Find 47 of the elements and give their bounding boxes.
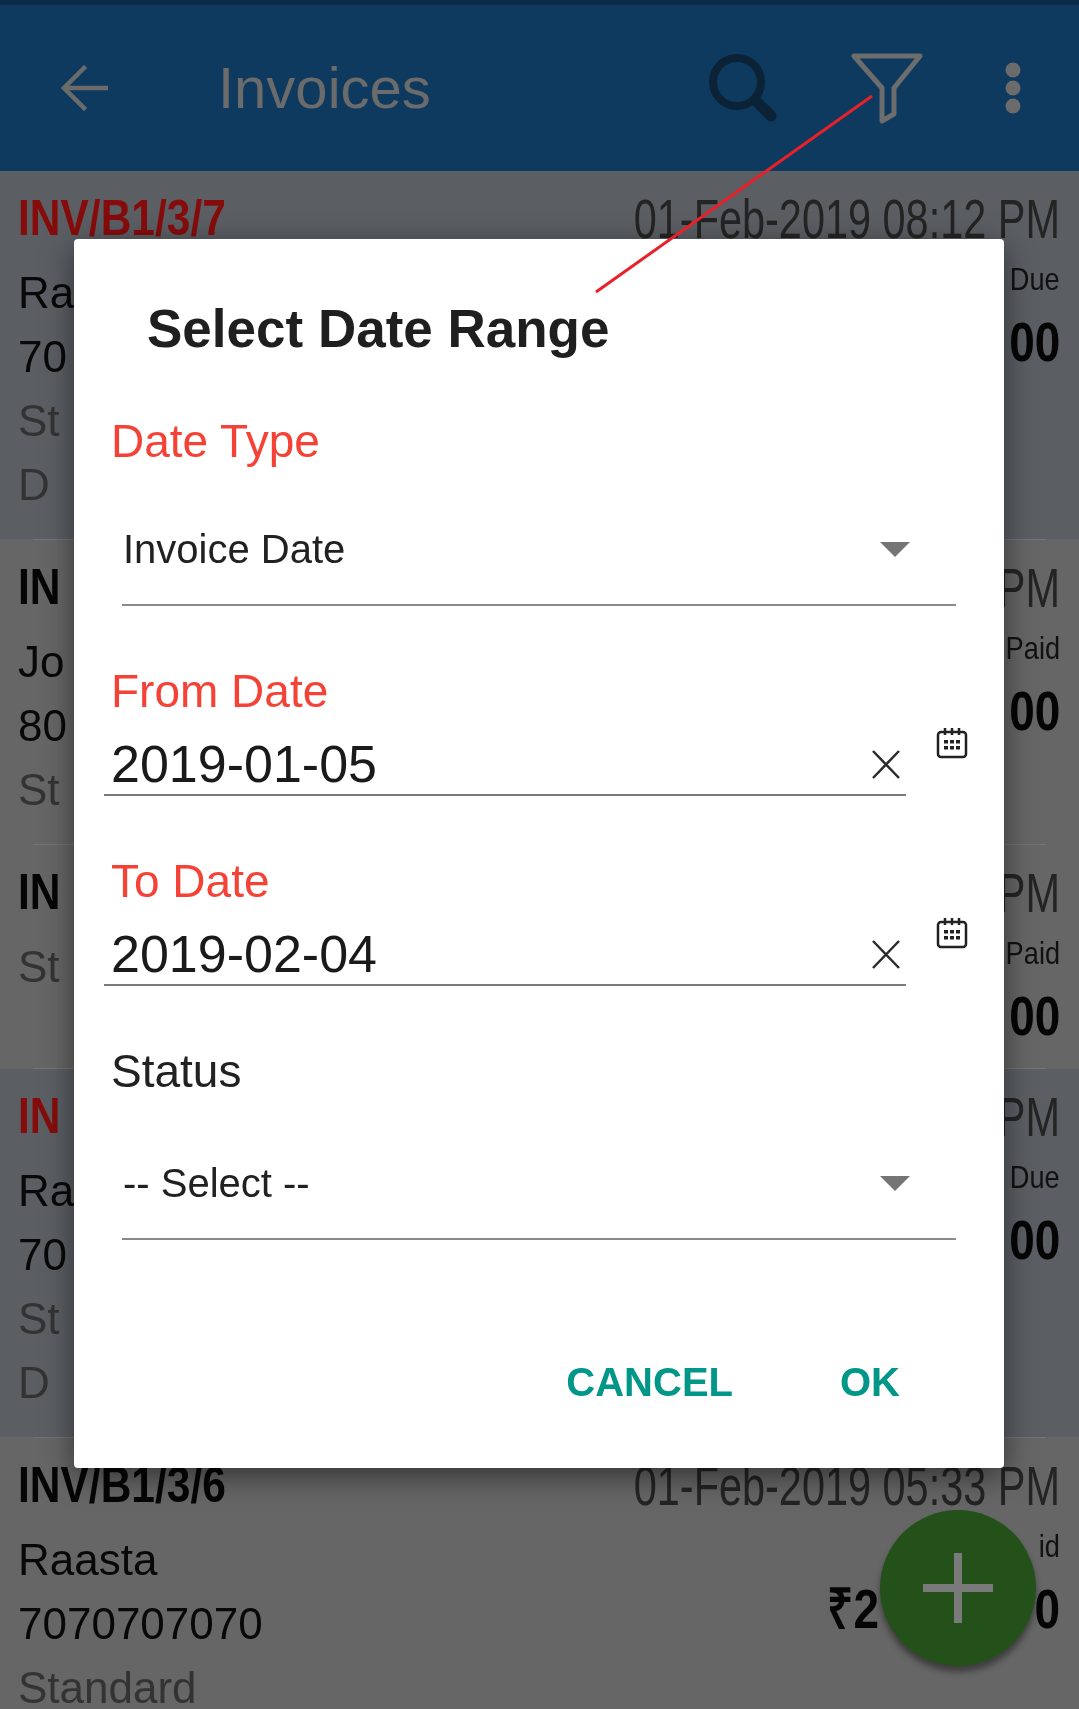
plus-icon	[923, 1553, 993, 1623]
field-label: Status	[111, 1045, 242, 1097]
field-label: From Date	[111, 665, 329, 717]
invoice-number: INV/B1/3/6	[18, 1463, 226, 1507]
payment-status: Due	[1010, 1158, 1060, 1197]
calendar-icon[interactable]	[936, 727, 968, 759]
close-icon[interactable]	[872, 939, 900, 969]
invoice-detail-text: Ra	[18, 275, 75, 311]
payment-status: id	[1038, 1527, 1060, 1566]
calendar-icon[interactable]	[936, 917, 968, 949]
invoice-number: INV/B1/3/7	[18, 196, 226, 240]
dropdown[interactable]: -- Select --	[122, 1159, 956, 1240]
invoice-detail-text: 70	[18, 339, 67, 375]
dialog-title: Select Date Range	[147, 299, 610, 359]
payment-status: Paid	[1005, 934, 1060, 973]
payment-status: Paid	[1005, 629, 1060, 668]
search-icon[interactable]	[708, 53, 778, 123]
cancel-button[interactable]: CANCEL	[546, 1338, 753, 1426]
amount-text: 00	[1008, 312, 1060, 372]
invoice-detail-text: Ra	[18, 1173, 75, 1209]
caret-icon	[880, 1175, 910, 1191]
amount-text: 00	[1008, 986, 1060, 1046]
vertical-dots-icon[interactable]	[1004, 62, 1022, 114]
app-bar-title: Invoices	[218, 55, 431, 121]
invoice-date: 01-Feb-2019 05:33 PM	[633, 1466, 1060, 1506]
invoice-detail-text: 70	[18, 1237, 67, 1273]
dropdown[interactable]: Invoice Date	[122, 525, 956, 606]
back-arrow-icon[interactable]	[60, 65, 108, 111]
amount-text: 00	[1008, 1210, 1060, 1270]
date-field[interactable]: 2019-02-04	[104, 924, 906, 986]
amount-text: 00	[1008, 681, 1060, 741]
amount-text: ₹2	[827, 1579, 879, 1639]
field-label: Date Type	[111, 415, 320, 467]
amount-text: 0	[1034, 1579, 1060, 1639]
date-field[interactable]: 2019-01-05	[104, 734, 906, 796]
invoice-detail-text: 7070707070	[18, 1606, 263, 1642]
invoice-detail-text: Raasta	[18, 1542, 158, 1578]
field-label: To Date	[111, 855, 270, 907]
invoice-number: IN	[18, 870, 61, 914]
invoice-number: IN	[18, 1094, 61, 1138]
close-icon[interactable]	[872, 749, 900, 779]
funnel-icon[interactable]	[850, 52, 924, 124]
invoice-number: IN	[18, 565, 61, 609]
invoice-detail-text: Jo	[18, 644, 65, 680]
payment-status: Due	[1010, 260, 1060, 299]
invoice-detail-text: 80	[18, 708, 67, 744]
ok-button[interactable]: OK	[820, 1338, 920, 1426]
